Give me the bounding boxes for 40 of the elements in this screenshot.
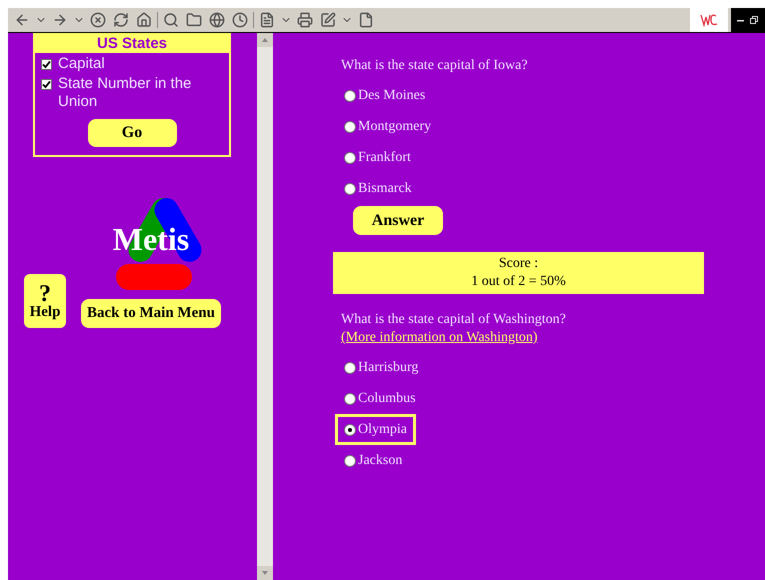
more-info-link[interactable]: (More information on Washington) [341,329,538,347]
question-text: What is the state capital of Iowa? [341,57,529,75]
answer-option[interactable]: Jackson [344,445,402,476]
answer-option[interactable]: Frankfort [344,142,411,173]
radio-button[interactable] [344,182,356,194]
go-button[interactable]: Go [88,119,176,147]
help-button[interactable]: ? Help [24,274,66,328]
back-to-main-menu-button[interactable]: Back to Main Menu [81,299,221,328]
question-text: What is the state capital of Washington? [341,311,567,329]
checkbox[interactable] [41,59,52,70]
stop-icon[interactable] [88,12,108,28]
folder-icon[interactable] [184,12,204,28]
radio-button[interactable] [344,454,356,466]
panel-title: US States [35,35,229,53]
answer-option[interactable]: Columbus [344,383,416,414]
answer-option[interactable]: Bismarck [344,173,412,204]
radio-button[interactable] [344,362,356,374]
radio-button[interactable] [344,120,356,132]
score-label: Score : [498,255,538,273]
checkbox-label: State Number in the Union [58,75,192,111]
restore-icon[interactable] [750,16,758,24]
logo-icon [700,13,718,27]
globe-icon[interactable] [207,12,227,28]
answer-option[interactable]: Montgomery [344,111,432,142]
radio-button[interactable] [344,90,356,102]
print-icon[interactable] [295,12,315,28]
question-mark: ? [39,282,51,304]
score-value: 1 out of 2 = 50% [471,273,566,291]
answer-option[interactable]: Des Moines [344,80,426,111]
clock-icon[interactable] [230,12,250,28]
checkbox-label: Capital [58,55,106,73]
answer-option[interactable]: Olympia [335,414,416,445]
radio-button[interactable] [344,392,356,404]
metis-logo: Metis [96,195,206,293]
help-label: Help [30,304,60,320]
radio-button[interactable] [344,424,356,436]
checkbox[interactable] [41,79,52,90]
answer-option[interactable]: Harrisburg [344,352,418,383]
radio-button[interactable] [344,152,356,164]
answer-button[interactable]: Answer [353,206,443,235]
